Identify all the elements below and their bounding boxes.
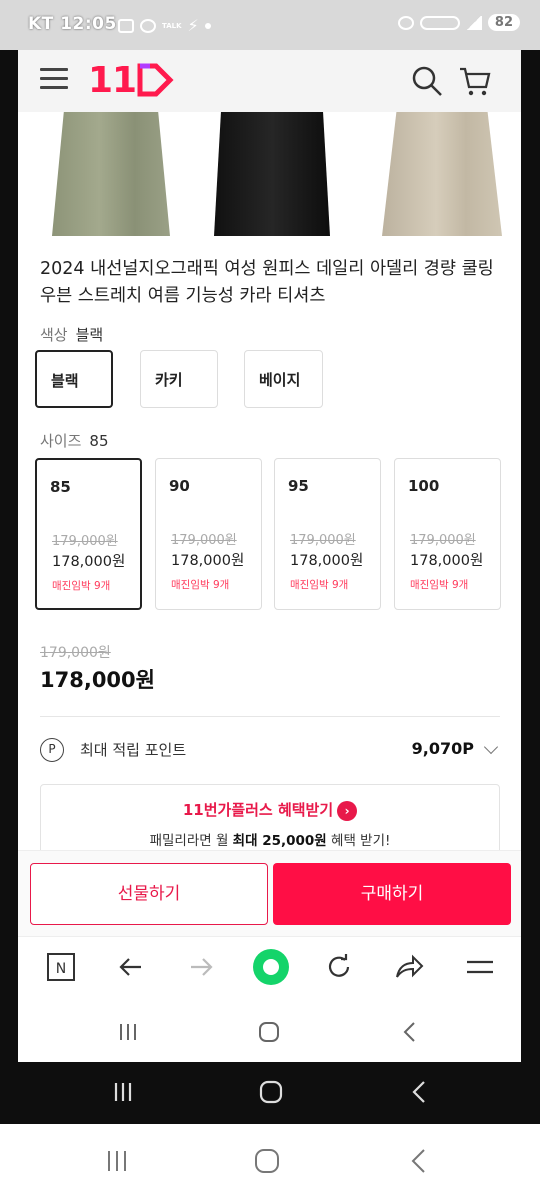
size-price: 178,000원 xyxy=(171,553,245,569)
promo-sub-prefix: 패밀리라면 월 xyxy=(149,833,233,849)
inner-navigation-bar xyxy=(18,1000,521,1062)
forward-arrow-icon[interactable] xyxy=(185,951,217,983)
gallery-notification-icon xyxy=(118,18,134,33)
outer-navigation-bar xyxy=(0,1062,540,1124)
browser-toolbar: N xyxy=(18,936,521,1000)
assistant-circle-icon[interactable] xyxy=(251,947,291,987)
promo-title: 11번가플러스 혜택받기 › xyxy=(41,799,499,821)
search-icon[interactable] xyxy=(410,64,444,98)
signal-icon xyxy=(465,15,482,30)
back-icon[interactable] xyxy=(405,1078,433,1106)
logo[interactable]: 11 xyxy=(88,59,174,101)
back-arrow-icon[interactable] xyxy=(115,951,147,983)
app-header: 11 xyxy=(18,50,521,112)
home-icon[interactable] xyxy=(255,1018,283,1046)
size-option-95[interactable]: 95 179,000원 178,000원 매진임박 9개 xyxy=(274,458,381,610)
cart-icon[interactable] xyxy=(458,64,492,98)
promo-sub-suffix: 혜택 받기! xyxy=(326,833,391,849)
purchase-action-bar: 선물하기 구매하기 xyxy=(18,850,521,936)
color-option-black[interactable]: 블랙 xyxy=(35,350,113,408)
status-notification-icons: TALK ⚡ xyxy=(118,16,211,35)
product-image-strip[interactable] xyxy=(18,112,521,236)
promo-sub-highlight: 최대 25,000원 xyxy=(232,833,327,849)
color-label-row: 색상 블랙 xyxy=(40,324,103,345)
size-stock-badge: 매진임박 9개 xyxy=(290,579,349,591)
color-selected: 블랙 xyxy=(75,326,104,344)
product-image-khaki xyxy=(52,112,170,236)
back-icon[interactable] xyxy=(404,1146,434,1176)
original-price: 179,000원 xyxy=(40,645,111,661)
points-value: 9,070P xyxy=(411,739,474,758)
size-option-100[interactable]: 100 179,000원 178,000원 매진임박 9개 xyxy=(394,458,501,610)
recent-apps-icon[interactable] xyxy=(114,1018,142,1046)
size-option-85[interactable]: 85 179,000원 178,000원 매진임박 9개 xyxy=(35,458,142,610)
back-icon[interactable] xyxy=(396,1018,424,1046)
wifi-icon xyxy=(419,15,460,30)
hamburger-icon[interactable] xyxy=(40,68,68,92)
color-option-khaki[interactable]: 카키 xyxy=(140,350,218,408)
size-price: 178,000원 xyxy=(52,554,126,570)
size-option-90[interactable]: 90 179,000원 178,000원 매진임박 9개 xyxy=(155,458,262,610)
max-points-row[interactable]: P 최대 적립 포인트 9,070P xyxy=(40,730,500,770)
status-system-icons: 82 xyxy=(397,14,520,31)
promo-subtitle: 패밀리라면 월 최대 25,000원 혜택 받기! xyxy=(41,829,499,849)
points-label: 최대 적립 포인트 xyxy=(80,741,187,759)
logo-text: 11 xyxy=(88,59,137,101)
size-label-row: 사이즈 85 xyxy=(40,430,109,451)
size-stock-badge: 매진임박 9개 xyxy=(410,579,469,591)
naver-home-icon[interactable]: N xyxy=(45,951,77,983)
arrow-right-icon: › xyxy=(337,800,358,821)
vibrate-icon xyxy=(397,15,414,30)
product-image-beige xyxy=(382,112,502,236)
share-icon[interactable] xyxy=(393,951,425,983)
size-original-price: 179,000원 xyxy=(410,533,476,548)
size-value: 100 xyxy=(408,477,440,495)
logo-arrow-icon xyxy=(137,63,174,97)
recent-apps-icon[interactable] xyxy=(109,1078,137,1106)
home-icon[interactable] xyxy=(252,1146,282,1176)
size-original-price: 179,000원 xyxy=(52,534,118,549)
naver-home-letter: N xyxy=(56,961,66,977)
size-value: 85 xyxy=(50,478,71,496)
home-icon[interactable] xyxy=(257,1078,285,1106)
browser-menu-icon[interactable] xyxy=(464,951,496,983)
size-original-price: 179,000원 xyxy=(171,533,237,548)
size-price: 178,000원 xyxy=(410,553,484,569)
product-image-black xyxy=(214,112,330,236)
more-notifications-dot xyxy=(204,22,211,29)
color-option-beige[interactable]: 베이지 xyxy=(244,350,323,408)
size-value: 90 xyxy=(169,477,190,495)
size-value: 95 xyxy=(288,477,309,495)
size-stock-badge: 매진임박 9개 xyxy=(171,579,230,591)
size-price: 178,000원 xyxy=(290,553,364,569)
promo-title-text: 11번가플러스 혜택받기 xyxy=(182,801,334,819)
point-icon: P xyxy=(40,738,64,762)
refresh-icon[interactable] xyxy=(323,951,355,983)
status-bar: KT 12:05 TALK ⚡ 82 xyxy=(0,0,540,50)
battery-level: 82 xyxy=(487,14,520,31)
status-time: KT 12:05 xyxy=(28,14,117,34)
system-navigation-bar xyxy=(0,1124,540,1200)
gift-button[interactable]: 선물하기 xyxy=(30,863,268,925)
flash-notification-icon: ⚡ xyxy=(187,16,199,35)
chat-notification-icon xyxy=(140,18,156,33)
talk-notification-label: TALK xyxy=(162,21,182,30)
app-window: 11 2024 내선널지오그래픽 여성 원피스 데일리 아델리 경량 쿨링 우븐… xyxy=(18,50,521,1062)
buy-button[interactable]: 구매하기 xyxy=(273,863,511,925)
final-price: 178,000원 xyxy=(40,668,155,692)
size-selected: 85 xyxy=(89,432,109,450)
color-label: 색상 xyxy=(40,326,68,344)
size-label: 사이즈 xyxy=(40,432,82,450)
product-title: 2024 내선널지오그래픽 여성 원피스 데일리 아델리 경량 쿨링 우븐 스트… xyxy=(40,259,494,306)
chevron-down-icon xyxy=(483,739,499,755)
size-stock-badge: 매진임박 9개 xyxy=(52,580,111,592)
recent-apps-icon[interactable] xyxy=(102,1146,132,1176)
divider xyxy=(40,716,500,717)
size-original-price: 179,000원 xyxy=(290,533,356,548)
